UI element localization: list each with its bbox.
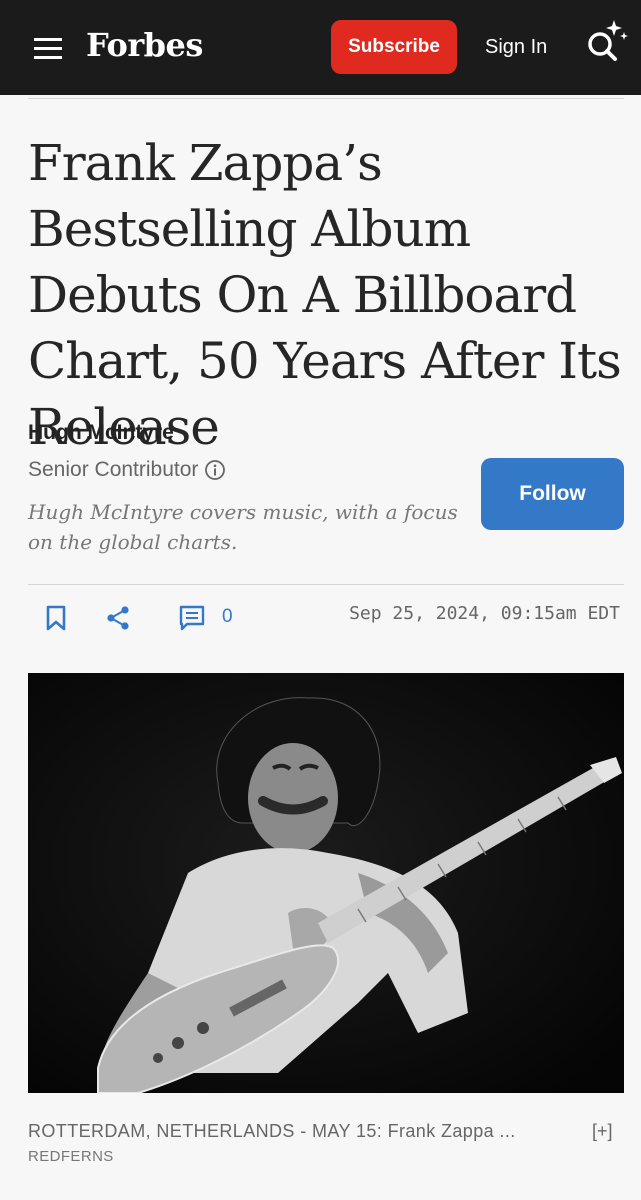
search-sparkle-icon[interactable] [584,16,630,66]
divider [28,584,624,585]
follow-button[interactable]: Follow [481,458,624,530]
author-name[interactable]: Hugh McIntyre [28,421,174,445]
subscribe-button[interactable]: Subscribe [331,20,457,74]
article-photo[interactable] [28,673,624,1093]
divider [28,98,624,99]
share-icon[interactable] [104,604,132,632]
photo-caption: ROTTERDAM, NETHERLANDS - MAY 15: Frank Z… [28,1121,516,1141]
info-icon[interactable] [204,459,226,481]
sign-in-link[interactable]: Sign In [485,36,547,59]
comment-count[interactable]: 0 [222,606,233,628]
author-role-text: Senior Contributor [28,458,199,481]
publish-date: Sep 25, 2024, 09:15am EDT [349,603,620,624]
article-headline: Frank Zappa’s Bestselling Album Debuts O… [28,134,622,456]
author-bio: Hugh McIntyre covers music, with a focus… [28,500,458,554]
hamburger-menu-icon[interactable] [34,38,62,60]
guitarist-photo-illustration [28,673,624,1093]
top-navigation-bar: Forbes Subscribe Sign In [0,0,641,95]
comment-icon[interactable] [178,604,206,632]
author-role: Senior Contributor [28,458,226,482]
expand-caption-button[interactable]: [+] [592,1121,613,1142]
bookmark-icon[interactable] [43,604,69,632]
photo-credit: REDFERNS [28,1148,114,1165]
forbes-logo[interactable]: Forbes [86,26,203,64]
